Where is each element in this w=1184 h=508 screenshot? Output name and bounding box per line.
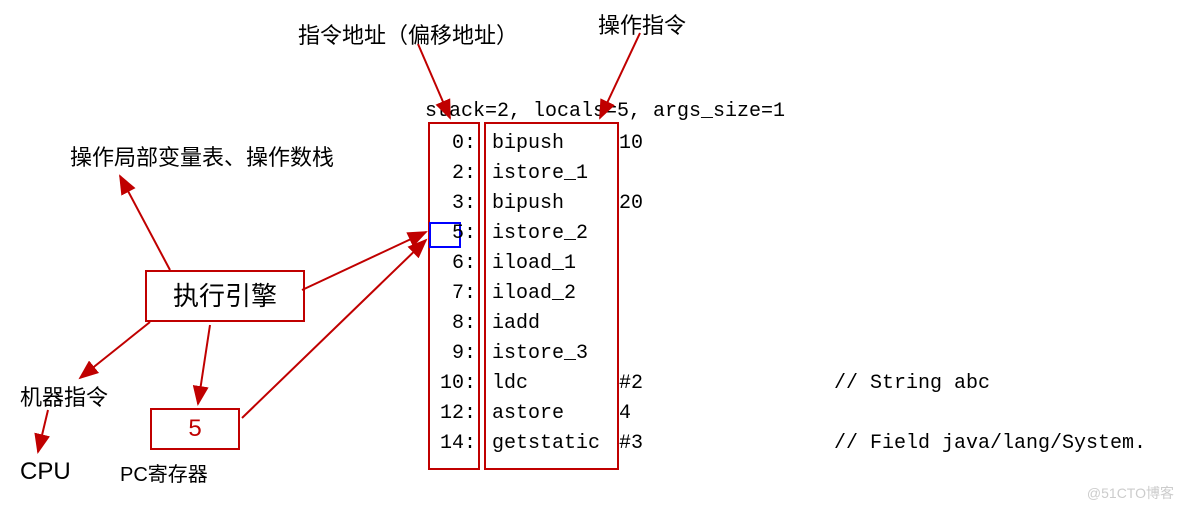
bytecode-row: 8: iadd: [425, 308, 1146, 338]
box-execution-engine: 执行引擎: [145, 270, 305, 322]
bytecode-addr: 7:: [425, 282, 480, 305]
bytecode-operand: #2: [615, 372, 830, 395]
bytecode-opcode: iload_1: [480, 252, 615, 275]
bytecode-addr: 3:: [425, 192, 480, 215]
bytecode-comment: // String abc: [830, 372, 990, 395]
arrow-engine-to-current-instruction: [302, 232, 426, 290]
label-pc-register: PC寄存器: [120, 458, 208, 487]
arrow-engine-to-stack: [120, 176, 170, 270]
label-opcode: 操作指令: [598, 8, 686, 40]
label-instruction-address: 指令地址（偏移地址）: [298, 18, 518, 50]
bytecode-listing: stack=2, locals=5, args_size=1 0: bipush…: [425, 100, 1146, 458]
bytecode-addr: 6:: [425, 252, 480, 275]
bytecode-opcode: istore_3: [480, 342, 615, 365]
bytecode-row: 12: astore 4: [425, 398, 1146, 428]
bytecode-addr: 12:: [425, 402, 480, 425]
bytecode-addr: 14:: [425, 432, 480, 455]
bytecode-opcode: ldc: [480, 372, 615, 395]
label-machine-instruction: 机器指令: [20, 380, 108, 412]
bytecode-operand: 20: [615, 192, 830, 215]
label-cpu: CPU: [20, 458, 71, 486]
bytecode-rows: 0: bipush 10 2: istore_1 3: bipush 20 5:…: [425, 128, 1146, 458]
bytecode-opcode: bipush: [480, 192, 615, 215]
arrow-machine-to-cpu: [38, 410, 48, 452]
bytecode-operand: 4: [615, 402, 830, 425]
bytecode-opcode: iload_2: [480, 282, 615, 305]
bytecode-opcode: astore: [480, 402, 615, 425]
bytecode-row: 6: iload_1: [425, 248, 1146, 278]
bytecode-row: 3: bipush 20: [425, 188, 1146, 218]
bytecode-addr: 5:: [425, 222, 480, 245]
bytecode-header: stack=2, locals=5, args_size=1: [425, 100, 1146, 123]
watermark: @51CTO博客: [1087, 483, 1174, 503]
bytecode-addr: 0:: [425, 132, 480, 155]
bytecode-addr: 9:: [425, 342, 480, 365]
bytecode-addr: 10:: [425, 372, 480, 395]
bytecode-row: 0: bipush 10: [425, 128, 1146, 158]
arrow-engine-to-pc: [198, 325, 210, 404]
bytecode-row: 14: getstatic #3 // Field java/lang/Syst…: [425, 428, 1146, 458]
bytecode-row: 9: istore_3: [425, 338, 1146, 368]
bytecode-operand: 10: [615, 132, 830, 155]
label-stack-ops: 操作局部变量表、操作数栈: [70, 140, 334, 172]
bytecode-opcode: iadd: [480, 312, 615, 335]
box-pc-register: 5: [150, 408, 240, 450]
bytecode-row: 2: istore_1: [425, 158, 1146, 188]
bytecode-opcode: istore_2: [480, 222, 615, 245]
arrow-pc-to-current-instruction: [242, 240, 426, 418]
bytecode-row: 10: ldc #2 // String abc: [425, 368, 1146, 398]
bytecode-opcode: getstatic: [480, 432, 615, 455]
bytecode-opcode: bipush: [480, 132, 615, 155]
bytecode-row: 7: iload_2: [425, 278, 1146, 308]
bytecode-comment: // Field java/lang/System.: [830, 432, 1146, 455]
bytecode-row: 5: istore_2: [425, 218, 1146, 248]
arrow-engine-to-machine: [80, 322, 150, 378]
bytecode-opcode: istore_1: [480, 162, 615, 185]
bytecode-addr: 8:: [425, 312, 480, 335]
bytecode-addr: 2:: [425, 162, 480, 185]
bytecode-operand: #3: [615, 432, 830, 455]
